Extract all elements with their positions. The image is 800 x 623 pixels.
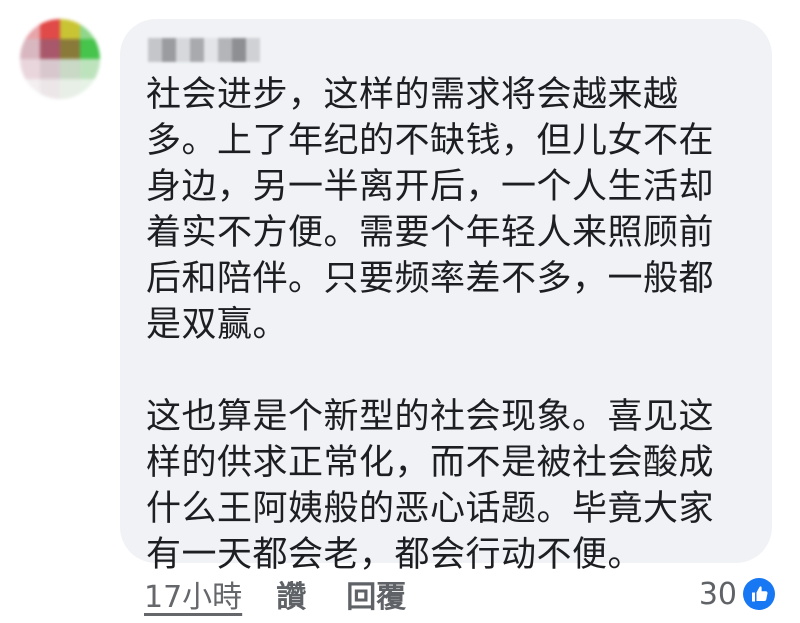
comment: 社会进步，这样的需求将会越来越 多。上了年纪的不缺钱，但儿女不在 身边，另一半离… — [0, 0, 800, 623]
comment-paragraph: 这也算是个新型的社会现象。喜见这 样的供求正常化，而不是被社会酸成 什么王阿姨般… — [146, 397, 715, 575]
comment-text: 社会进步，这样的需求将会越来越 多。上了年纪的不缺钱，但儿女不在 身边，另一半离… — [146, 72, 756, 578]
comment-paragraph: 社会进步，这样的需求将会越来越 多。上了年纪的不缺钱，但儿女不在 身边，另一半离… — [146, 75, 715, 345]
comment-actions: 17小時 讚 回覆 — [144, 572, 406, 616]
thumbs-up-icon — [743, 578, 775, 610]
timestamp-link[interactable]: 17小時 — [144, 572, 242, 616]
reply-button[interactable]: 回覆 — [346, 572, 406, 616]
avatar[interactable] — [20, 19, 100, 99]
like-button[interactable]: 讚 — [276, 572, 306, 616]
reaction-count: 30 — [698, 576, 737, 612]
reaction-summary[interactable]: 30 — [699, 574, 775, 614]
author-name-blurred[interactable] — [148, 38, 260, 64]
